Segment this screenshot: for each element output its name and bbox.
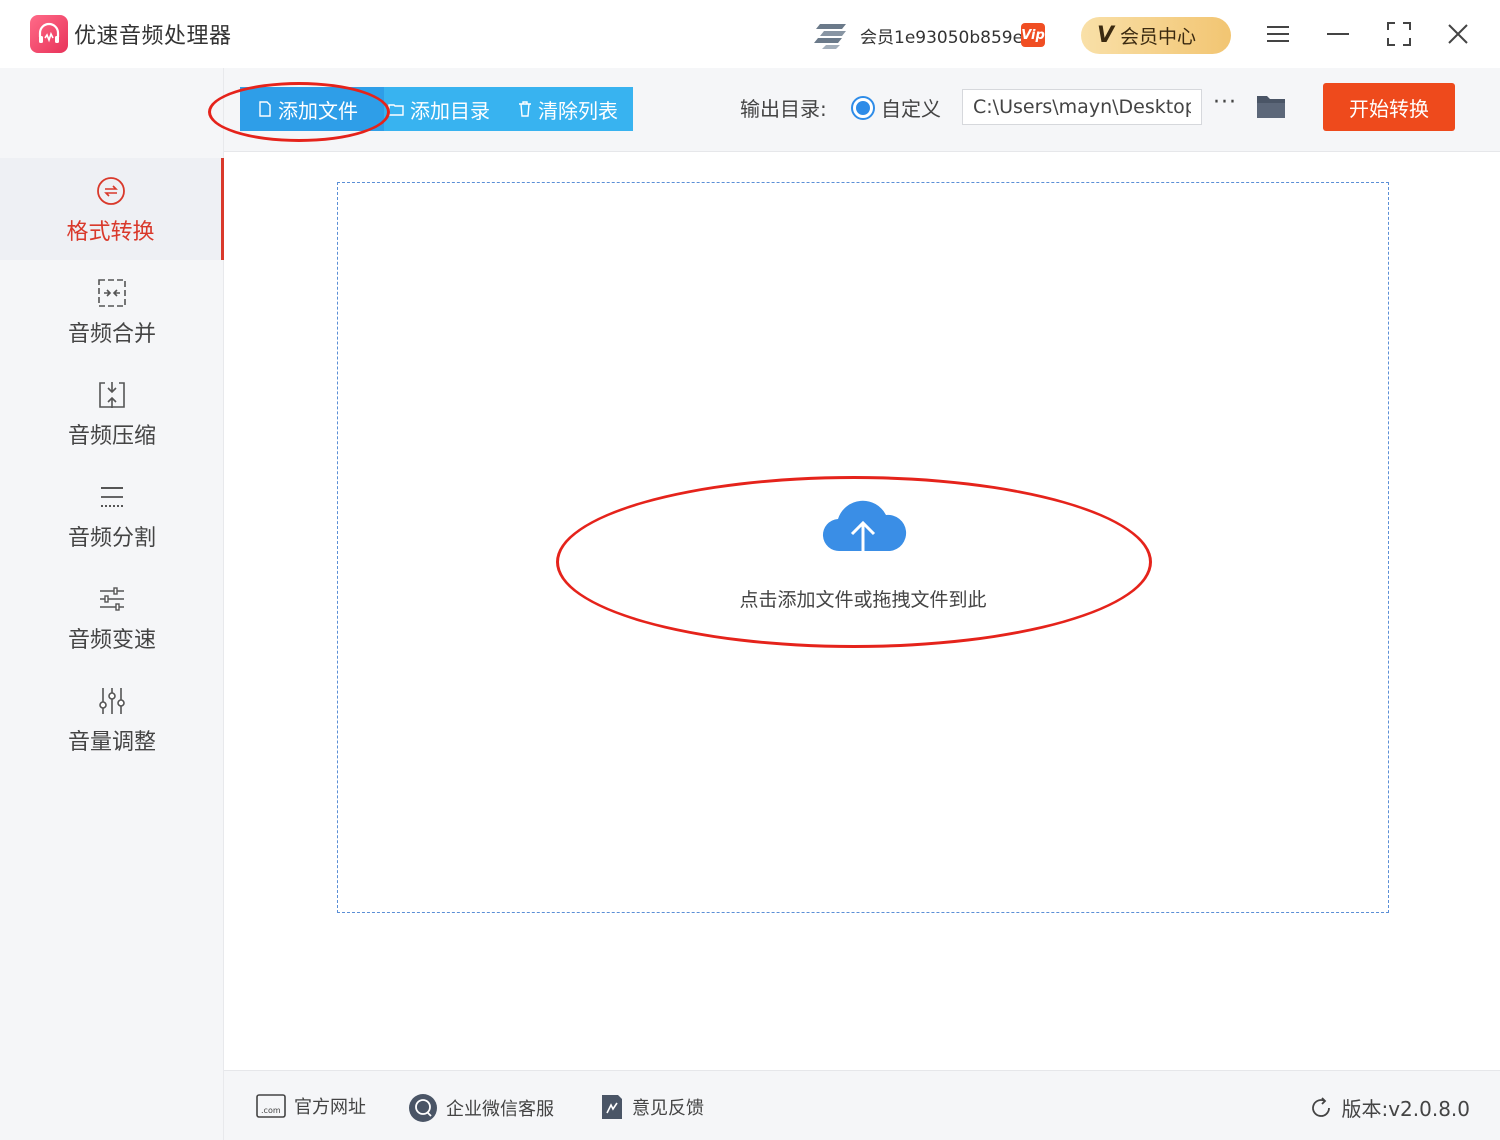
cloud-upload-icon: [822, 500, 907, 571]
start-convert-button[interactable]: 开始转换: [1323, 83, 1455, 131]
sidebar-item-format-convert[interactable]: 格式转换: [0, 158, 224, 260]
footer: .com 官方网址 企业微信客服 意见反馈 版本:v2.0.8.0: [224, 1070, 1500, 1140]
official-website-label: 官方网址: [294, 1097, 366, 1118]
vip-crown-icon: V: [1097, 22, 1115, 48]
sidebar-item-label: 格式转换: [66, 220, 155, 245]
feedback-link[interactable]: 意见反馈: [600, 1093, 704, 1121]
sidebar-item-audio-compress[interactable]: 音频压缩: [0, 362, 224, 464]
compress-icon: [97, 380, 127, 410]
feedback-label: 意见反馈: [632, 1098, 704, 1119]
clear-list-button[interactable]: 清除列表: [504, 87, 632, 131]
add-file-button[interactable]: 添加文件: [240, 87, 384, 131]
speed-icon: [97, 584, 127, 614]
sidebar-item-audio-split[interactable]: 音频分割: [0, 464, 224, 566]
feedback-icon: [600, 1093, 624, 1121]
file-button-group: 添加文件 添加目录 清除列表: [240, 87, 633, 131]
custom-output-label[interactable]: 自定义: [881, 93, 941, 122]
minimize-icon: [1327, 33, 1349, 35]
menu-icon: [1267, 26, 1289, 42]
folder-icon: [1257, 96, 1285, 118]
merge-icon: [97, 278, 127, 308]
sidebar-item-label: 音频分割: [67, 526, 156, 551]
website-icon: .com: [256, 1093, 286, 1119]
toolbar: 添加文件 添加目录 清除列表 输出目录: 自定义 ··· 开始转换: [224, 68, 1500, 152]
minimize-button[interactable]: [1320, 16, 1356, 52]
vip-center-button[interactable]: V 会员中心: [1081, 17, 1231, 54]
open-folder-button[interactable]: [1256, 93, 1286, 119]
add-file-label: 添加文件: [278, 98, 358, 123]
user-avatar-icon[interactable]: [812, 20, 850, 50]
wechat-service-label: 企业微信客服: [446, 1099, 554, 1120]
add-folder-button[interactable]: 添加目录: [384, 87, 504, 131]
vip-badge-icon: Vip: [1021, 23, 1045, 47]
title-bar: 优速音频处理器 会员1e93050b859e Vip V 会员中心: [0, 0, 1500, 68]
folder-outline-icon: [388, 102, 404, 116]
sidebar-item-audio-merge[interactable]: 音频合并: [0, 260, 224, 362]
sidebar-item-label: 音频变速: [67, 628, 156, 653]
app-title: 优速音频处理器: [74, 24, 232, 49]
close-icon: [1448, 24, 1468, 44]
file-dropzone[interactable]: 点击添加文件或拖拽文件到此: [337, 182, 1389, 913]
browse-more-button[interactable]: ···: [1212, 90, 1238, 120]
wechat-icon: [408, 1093, 438, 1123]
menu-button[interactable]: [1260, 16, 1296, 52]
dropzone-hint: 点击添加文件或拖拽文件到此: [739, 589, 987, 611]
volume-icon: [97, 686, 127, 716]
wechat-service-link[interactable]: 企业微信客服: [408, 1093, 554, 1123]
sidebar-item-volume-adjust[interactable]: 音量调整: [0, 668, 224, 770]
official-website-link[interactable]: .com 官方网址: [256, 1093, 366, 1119]
app-logo-icon: [30, 15, 68, 53]
split-icon: [97, 482, 127, 512]
maximize-button[interactable]: [1381, 16, 1417, 52]
svg-text:.com: .com: [261, 1106, 281, 1115]
main-panel: 点击添加文件或拖拽文件到此: [224, 152, 1500, 1070]
add-folder-label: 添加目录: [410, 98, 490, 123]
refresh-icon[interactable]: [1309, 1096, 1333, 1120]
trash-icon: [518, 101, 532, 117]
close-button[interactable]: [1440, 16, 1476, 52]
sidebar-item-label: 音频压缩: [67, 424, 156, 449]
convert-icon: [96, 176, 126, 206]
version-label: 版本:v2.0.8.0: [1341, 1097, 1470, 1121]
sidebar-item-label: 音频合并: [67, 322, 156, 347]
custom-output-radio[interactable]: [851, 96, 875, 120]
file-icon: [258, 101, 272, 117]
maximize-icon: [1387, 22, 1411, 46]
user-name[interactable]: 会员1e93050b859e: [860, 23, 1023, 48]
sidebar-item-label: 音量调整: [67, 730, 156, 755]
sidebar-item-audio-speed[interactable]: 音频变速: [0, 566, 224, 668]
output-path-input[interactable]: [962, 89, 1202, 125]
output-dir-label: 输出目录:: [740, 97, 827, 121]
vip-center-label: 会员中心: [1120, 26, 1197, 48]
clear-list-label: 清除列表: [538, 98, 618, 123]
version-info: 版本:v2.0.8.0: [1309, 1093, 1470, 1122]
sidebar: 格式转换 音频合并 音频压缩 音频分割 音频变速 音量调整: [0, 68, 224, 1140]
